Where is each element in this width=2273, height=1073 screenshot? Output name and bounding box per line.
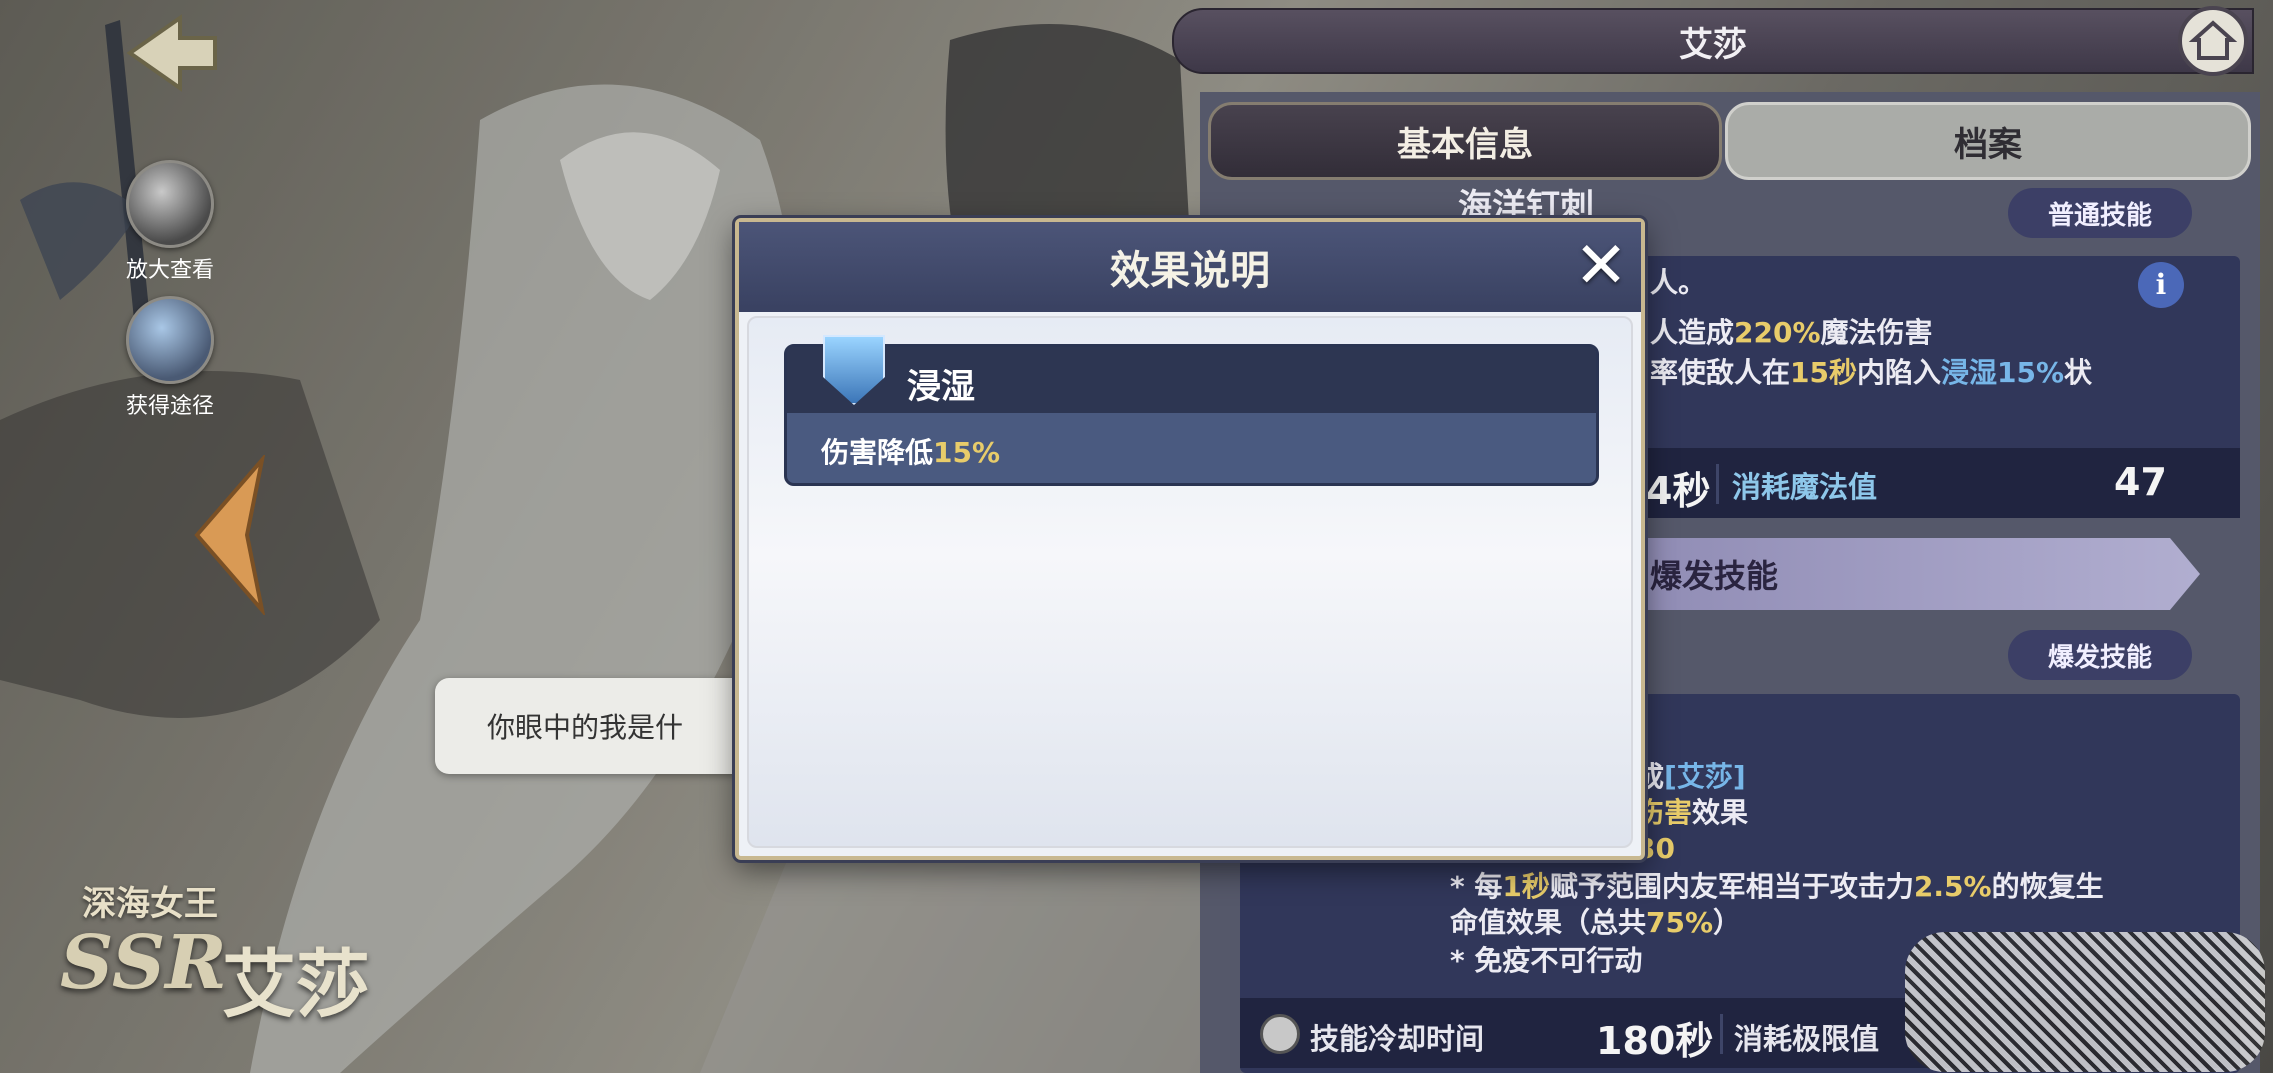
- skill2-cooldown-label: 技能冷却时间: [1310, 1022, 1485, 1056]
- previous-character-arrow-icon[interactable]: [192, 455, 267, 615]
- effect-card: 浸湿 伤害降低15%: [784, 335, 1599, 486]
- tab-archive-label: 档案: [1954, 124, 2022, 165]
- character-subtitle: 深海女王: [82, 884, 218, 924]
- skill2-line5: 命值效果（总共75%）: [1450, 906, 1742, 939]
- burst-skill-banner: 爆发技能: [1600, 538, 2200, 610]
- tab-basic-info-label: 基本信息: [1397, 124, 1533, 165]
- close-icon[interactable]: ✕: [1570, 234, 1632, 300]
- page-title-bar: 艾莎: [1172, 8, 2254, 74]
- skill2-cooldown-value: 180秒: [1596, 1019, 1714, 1063]
- skill2-type-label: 爆发技能: [2047, 642, 2152, 673]
- compass-icon: [126, 296, 214, 384]
- burst-skill-banner-label: 爆发技能: [1650, 557, 1779, 595]
- info-icon[interactable]: i: [2138, 262, 2184, 308]
- back-arrow-icon[interactable]: [120, 8, 220, 98]
- skill1-line3: 率使敌人在15秒内陷入浸湿15%状: [1650, 356, 2093, 389]
- effect-name: 浸湿: [907, 367, 975, 407]
- skill1-cost-label: 消耗魔法值: [1732, 470, 1878, 504]
- obtain-source-button[interactable]: 获得途径: [100, 296, 240, 420]
- watermark-blot: [1905, 932, 2265, 1072]
- modal-title: 效果说明: [1110, 248, 1270, 294]
- home-button[interactable]: [2178, 6, 2248, 76]
- skill1-cooldown-value: 4秒: [1646, 469, 1711, 513]
- skill1-type-badge: 普通技能: [2008, 188, 2192, 238]
- skill2-line6: * 免疫不可行动: [1450, 944, 1643, 977]
- obtain-source-label: 获得途径: [125, 394, 214, 419]
- page-title: 艾莎: [1679, 24, 1747, 65]
- character-name: 艾莎: [222, 942, 370, 1028]
- zoom-view-label: 放大查看: [125, 258, 214, 283]
- stopwatch-icon: [1260, 1014, 1300, 1054]
- rarity-badge: SSR: [60, 920, 227, 1006]
- modal-header: 效果说明: [739, 222, 1641, 312]
- skill2-cost-label: 消耗极限值: [1734, 1022, 1880, 1056]
- skill2-type-badge: 爆发技能: [2008, 630, 2192, 680]
- skill1-cost-value: 47: [2114, 460, 2167, 504]
- tab-basic-info[interactable]: 基本信息: [1208, 102, 1722, 180]
- quote-text: 你眼中的我是什: [487, 711, 684, 744]
- effect-description-modal: 效果说明: [735, 218, 1645, 860]
- tab-archive[interactable]: 档案: [1725, 102, 2251, 180]
- magnifier-icon: [126, 160, 214, 248]
- effect-description: 伤害降低15%: [821, 436, 1001, 469]
- zoom-view-button[interactable]: 放大查看: [100, 160, 240, 284]
- skill1-line1: 人。: [1650, 266, 1707, 299]
- skill1-line2: 人造成220%魔法伤害: [1650, 316, 1933, 349]
- home-icon: [2188, 20, 2238, 60]
- skill1-type-label: 普通技能: [2047, 200, 2152, 231]
